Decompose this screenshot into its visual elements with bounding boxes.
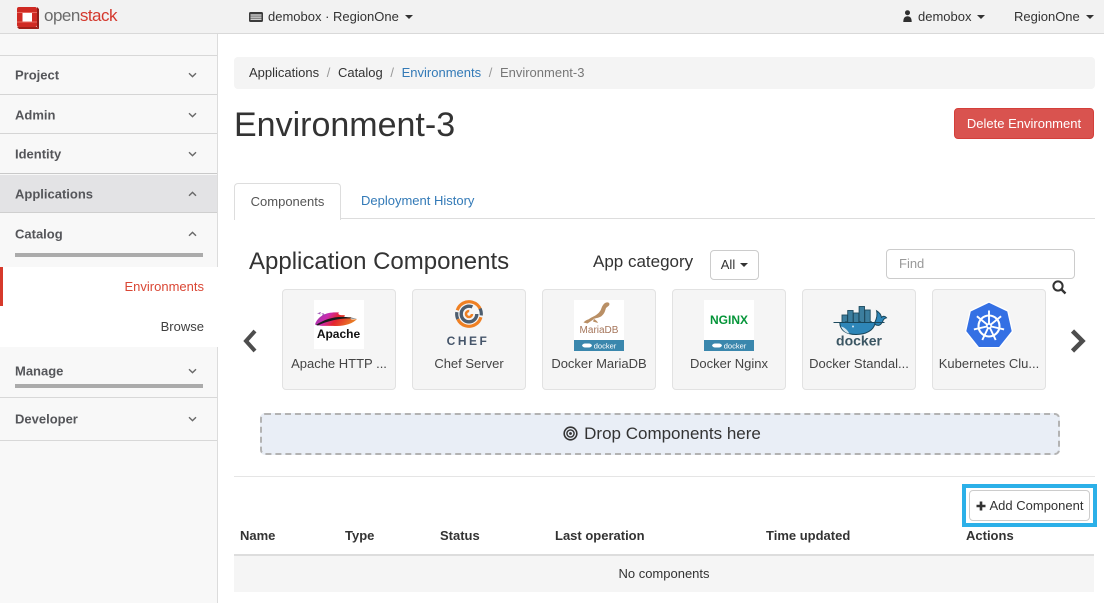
svg-text:Apache: Apache <box>317 327 361 341</box>
svg-text:docker: docker <box>724 342 747 351</box>
svg-text:CHEF: CHEF <box>447 334 490 348</box>
svg-text:docker: docker <box>836 333 882 349</box>
svg-text:docker: docker <box>594 342 617 351</box>
svg-text:MariaDB: MariaDB <box>580 325 619 336</box>
svg-text:NGINX: NGINX <box>710 313 748 327</box>
